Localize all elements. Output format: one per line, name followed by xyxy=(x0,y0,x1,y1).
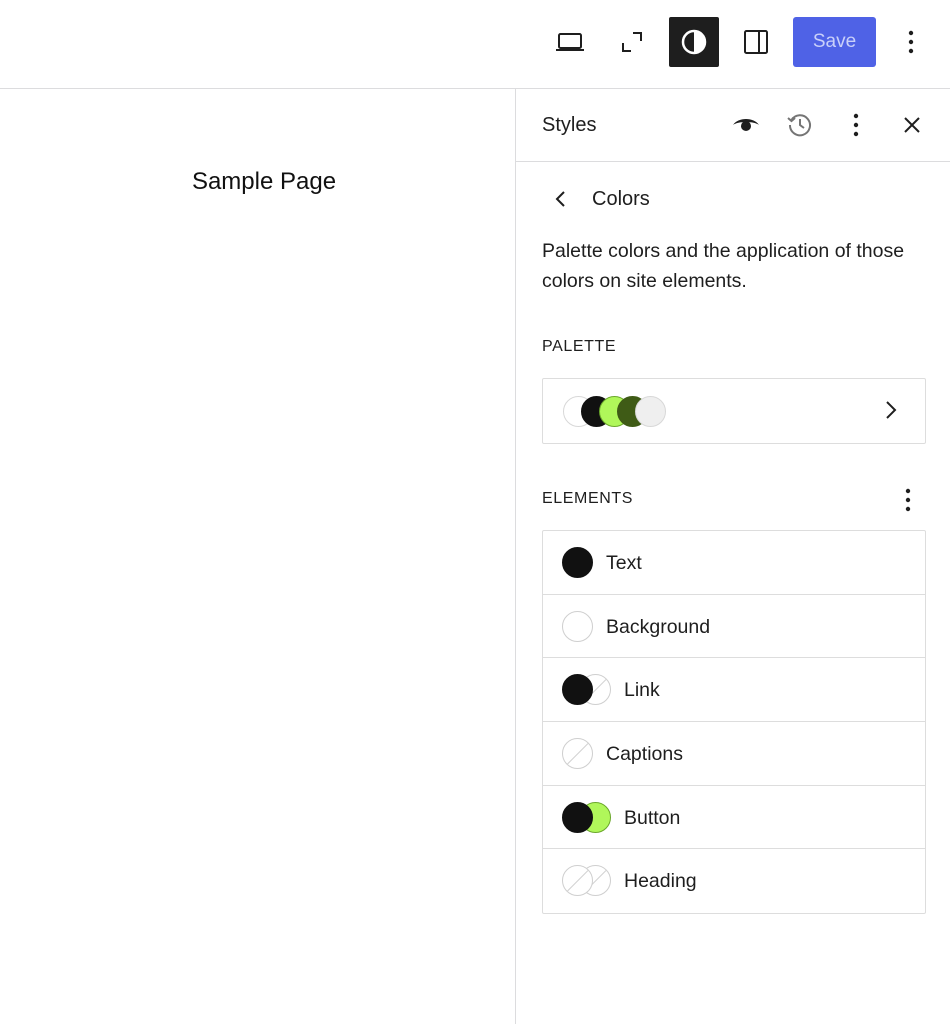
close-icon xyxy=(904,117,920,133)
chevron-right-icon xyxy=(886,401,897,419)
revisions-icon xyxy=(787,114,811,137)
sidebar-toggle-button[interactable] xyxy=(731,17,781,67)
page-title[interactable]: Sample Page xyxy=(0,168,528,196)
more-options-icon xyxy=(908,30,914,54)
sidebar-header: Styles xyxy=(516,89,950,162)
more-options-button[interactable] xyxy=(888,17,934,67)
save-button[interactable]: Save xyxy=(793,17,876,67)
no-color-icon xyxy=(562,738,593,770)
back-button[interactable] xyxy=(546,185,574,213)
more-options-icon xyxy=(905,488,911,512)
color-indicator xyxy=(562,610,593,642)
element-item-text[interactable]: Text xyxy=(543,531,925,595)
eye-icon xyxy=(733,119,759,131)
palette-label: PALETTE xyxy=(542,338,617,355)
style-book-button[interactable] xyxy=(728,107,764,143)
element-item-label: Captions xyxy=(606,743,683,766)
close-sidebar-button[interactable] xyxy=(894,107,930,143)
sidebar-more-button[interactable] xyxy=(838,107,874,143)
palette-button[interactable] xyxy=(542,378,926,444)
editor-toolbar: Save xyxy=(0,0,950,89)
panel-description: Palette colors and the application of th… xyxy=(542,240,905,292)
element-item-link[interactable]: Link xyxy=(543,658,925,723)
desktop-view-icon xyxy=(556,33,584,51)
styles-icon xyxy=(681,29,707,55)
editor-canvas[interactable]: Sample Page xyxy=(0,90,515,1024)
color-indicator xyxy=(562,547,593,578)
styles-button[interactable] xyxy=(669,17,719,67)
element-item-label: Button xyxy=(624,806,681,829)
element-item-button[interactable]: Button xyxy=(543,786,925,850)
styles-sidebar: Styles Colors Palette colors and the app… xyxy=(515,89,950,1024)
element-item-captions[interactable]: Captions xyxy=(543,722,925,786)
panel-title: Colors xyxy=(592,188,650,210)
more-options-icon xyxy=(853,113,859,137)
element-item-label: Background xyxy=(606,615,711,638)
element-item-heading[interactable]: Heading xyxy=(543,849,925,913)
desktop-view-button[interactable] xyxy=(545,17,595,67)
element-item-label: Link xyxy=(624,679,660,702)
revisions-button[interactable] xyxy=(782,107,818,143)
elements-label: ELEMENTS xyxy=(542,490,634,507)
palette-swatch xyxy=(635,396,666,427)
element-item-label: Text xyxy=(606,552,642,574)
element-item-background[interactable]: Background xyxy=(543,595,925,659)
elements-options-button[interactable] xyxy=(890,485,926,515)
fullscreen-button[interactable] xyxy=(607,17,657,67)
chevron-left-icon xyxy=(555,191,565,207)
fullscreen-icon xyxy=(622,32,642,52)
element-item-label: Heading xyxy=(624,870,697,893)
sidebar-toggle-icon xyxy=(744,30,768,54)
color-indicator xyxy=(562,801,593,833)
sidebar-title: Styles xyxy=(542,114,597,136)
elements-list: Text Background Link Captions Button Heading xyxy=(542,530,926,915)
